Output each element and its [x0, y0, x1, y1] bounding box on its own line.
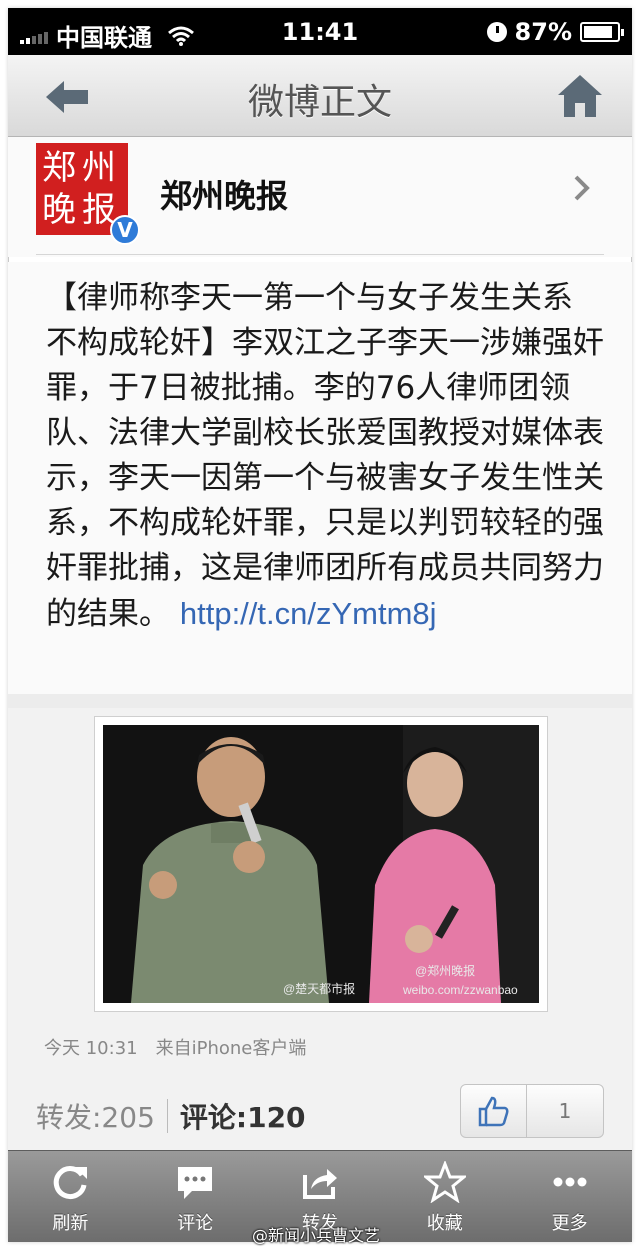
tab-label: 收藏	[426, 1213, 463, 1234]
comment-icon	[178, 1167, 213, 1199]
tab-refresh[interactable]: 刷新	[8, 1151, 133, 1242]
post-meta: 今天 10:31 来自iPhone客户端	[44, 1034, 306, 1060]
post-body: 【律师称李天一第一个与女子发生关系 不构成轮奸】李双江之子李天一涉嫌强奸罪，于7…	[8, 262, 632, 694]
footer-watermark: @新闻小兵曹文艺	[252, 1226, 381, 1245]
author-row[interactable]: 郑州晚报 V 郑州晚报	[8, 137, 632, 257]
share-icon	[302, 1169, 337, 1199]
post-text: 【律师称李天一第一个与女子发生关系 不构成轮奸】李双江之子李天一涉嫌强奸罪，于7…	[46, 280, 604, 632]
tab-more[interactable]: 更多	[507, 1151, 632, 1242]
repost-count[interactable]: 转发:205	[36, 1096, 155, 1136]
post-photo[interactable]: @楚天都市报 @郑州晚报 weibo.com/zzwanbao	[94, 716, 548, 1012]
photo-watermark-right-1: @郑州晚报	[415, 964, 476, 978]
battery-level	[584, 26, 612, 38]
battery-icon	[580, 22, 624, 42]
status-bar: 中国联通 11:41 87%	[8, 8, 632, 55]
avatar-text: 郑州晚报	[42, 148, 122, 230]
like-button[interactable]: 1	[460, 1084, 604, 1138]
navigation-bar: 微博正文	[8, 55, 632, 137]
thumbs-up-icon[interactable]	[461, 1085, 527, 1137]
chevron-right-icon[interactable]	[572, 173, 592, 203]
like-count: 1	[558, 1099, 572, 1123]
refresh-icon	[54, 1166, 88, 1200]
status-right: 87%	[486, 18, 624, 46]
section-gap	[8, 694, 632, 708]
tab-label: 刷新	[52, 1213, 89, 1234]
post-link[interactable]: http://t.cn/zYmtm8j	[180, 596, 437, 631]
verified-badge-icon: V	[110, 215, 140, 245]
tab-comment[interactable]: 评论	[133, 1151, 258, 1242]
star-icon	[423, 1161, 466, 1203]
post-time: 今天 10:31	[44, 1038, 138, 1059]
post-source: 来自iPhone客户端	[155, 1038, 307, 1059]
photo-canvas: @楚天都市报 @郑州晚报 weibo.com/zzwanbao	[103, 725, 539, 1003]
battery-percent: 87%	[514, 18, 572, 46]
count-separator	[166, 1099, 168, 1133]
tab-favorite[interactable]: 收藏	[382, 1151, 507, 1242]
home-icon[interactable]	[556, 73, 604, 119]
tab-label: 更多	[551, 1213, 588, 1234]
author-name[interactable]: 郑州晚报	[160, 171, 288, 217]
more-icon	[553, 1177, 587, 1187]
photo-watermark-right-2: weibo.com/zzwanbao	[403, 983, 518, 997]
post-counts: 转发:205 评论:120	[36, 1096, 306, 1136]
comment-count[interactable]: 评论:120	[180, 1096, 306, 1136]
page-title: 微博正文	[247, 82, 392, 123]
media-section: @楚天都市报 @郑州晚报 weibo.com/zzwanbao 今天 10:31…	[8, 708, 632, 1150]
photo-watermark-left: @楚天都市报	[283, 982, 356, 996]
tab-label: 评论	[177, 1213, 214, 1234]
alarm-clock-icon	[486, 22, 507, 42]
author-divider	[36, 254, 604, 255]
